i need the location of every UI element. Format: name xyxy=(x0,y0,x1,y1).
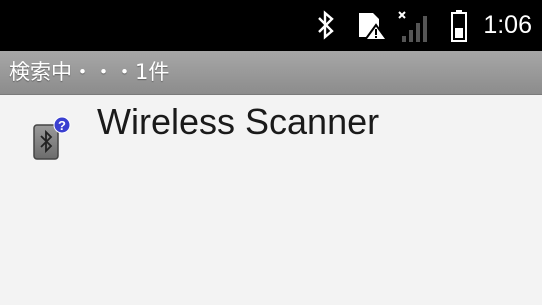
list-item[interactable]: ? Wireless Scanner xyxy=(0,95,542,173)
title-bar: 検索中・・・1件 xyxy=(0,51,542,95)
status-clock: 1:06 xyxy=(483,11,532,39)
page-title: 検索中・・・1件 xyxy=(9,60,170,84)
status-bar: 1:06 xyxy=(0,0,542,51)
sim-warning-icon xyxy=(357,9,389,45)
battery-icon xyxy=(450,9,468,47)
device-name: Wireless Scanner xyxy=(97,101,380,142)
no-signal-icon xyxy=(397,9,431,47)
bluetooth-icon xyxy=(316,9,336,45)
bluetooth-unknown-device-icon: ? xyxy=(33,116,73,160)
device-list: ? Wireless Scanner xyxy=(0,95,542,305)
svg-text:?: ? xyxy=(58,118,66,133)
